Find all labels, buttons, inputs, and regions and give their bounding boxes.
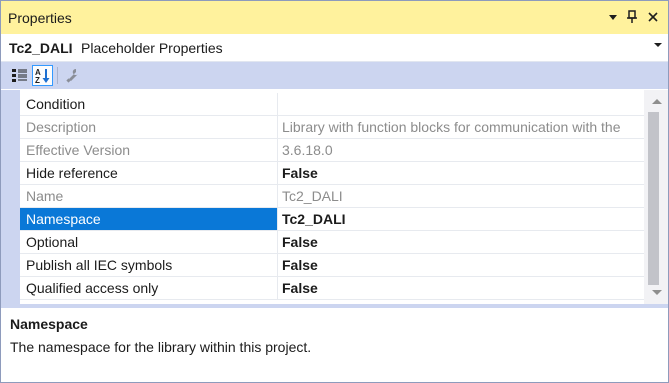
- property-rows: Condition Description Library with functio…: [20, 93, 644, 300]
- alphabetical-icon[interactable]: A Z: [32, 65, 53, 86]
- close-icon[interactable]: [645, 9, 661, 25]
- property-value[interactable]: False: [277, 231, 644, 253]
- property-name[interactable]: Hide reference: [20, 162, 277, 184]
- property-value[interactable]: 3.6.18.0: [277, 139, 644, 161]
- toolbar-separator: [57, 67, 58, 84]
- property-row[interactable]: Publish all IEC symbols False: [20, 254, 644, 277]
- property-name[interactable]: Publish all IEC symbols: [20, 254, 277, 276]
- description-text: The namespace for the library within thi…: [10, 339, 312, 355]
- vertical-scrollbar[interactable]: [644, 90, 668, 304]
- property-name[interactable]: Optional: [20, 231, 277, 253]
- grid-gutter: [1, 90, 20, 304]
- property-name[interactable]: Name: [20, 185, 277, 207]
- title-bar[interactable]: Properties: [1, 1, 668, 34]
- dropdown-arrow-icon[interactable]: [605, 9, 621, 25]
- property-row[interactable]: Description Library with function blocks …: [20, 116, 644, 139]
- property-value[interactable]: False: [277, 254, 644, 276]
- property-value[interactable]: [277, 93, 644, 115]
- property-value[interactable]: Library with function blocks for communi…: [277, 116, 644, 138]
- property-name[interactable]: Description: [20, 116, 277, 138]
- chevron-down-icon[interactable]: [654, 43, 662, 47]
- property-pages-icon[interactable]: [62, 65, 83, 86]
- property-value[interactable]: False: [277, 277, 644, 299]
- window-title: Properties: [8, 10, 72, 26]
- property-row[interactable]: Optional False: [20, 231, 644, 254]
- property-value[interactable]: Tc2_DALI: [277, 208, 644, 230]
- property-row[interactable]: Hide reference False: [20, 162, 644, 185]
- property-toolbar: A Z: [1, 62, 668, 89]
- properties-window: Properties Tc2_DALI Placeholder Properti…: [0, 0, 669, 383]
- property-value[interactable]: False: [277, 162, 644, 184]
- pin-icon[interactable]: [624, 9, 640, 25]
- property-row[interactable]: Name Tc2_DALI: [20, 185, 644, 208]
- property-row[interactable]: Condition: [20, 93, 644, 116]
- property-name[interactable]: Namespace: [20, 208, 277, 230]
- description-title: Namespace: [10, 316, 88, 332]
- scroll-down-icon[interactable]: [652, 290, 662, 295]
- scroll-up-icon[interactable]: [652, 99, 662, 104]
- property-row[interactable]: Qualified access only False: [20, 277, 644, 300]
- object-selector[interactable]: Tc2_DALI Placeholder Properties: [1, 34, 668, 62]
- svg-text:Z: Z: [35, 76, 40, 85]
- property-name[interactable]: Effective Version: [20, 139, 277, 161]
- categorized-icon[interactable]: [9, 65, 30, 86]
- property-value[interactable]: Tc2_DALI: [277, 185, 644, 207]
- scroll-thumb[interactable]: [648, 112, 659, 285]
- property-name[interactable]: Qualified access only: [20, 277, 277, 299]
- property-name[interactable]: Condition: [20, 93, 277, 115]
- object-type: Placeholder Properties: [81, 40, 223, 56]
- property-row[interactable]: Effective Version 3.6.18.0: [20, 139, 644, 162]
- property-row[interactable]: Namespace Tc2_DALI: [20, 208, 644, 231]
- property-grid: Condition Description Library with functio…: [1, 90, 668, 304]
- object-name: Tc2_DALI: [9, 40, 73, 56]
- description-pane: Namespace The namespace for the library …: [1, 308, 668, 382]
